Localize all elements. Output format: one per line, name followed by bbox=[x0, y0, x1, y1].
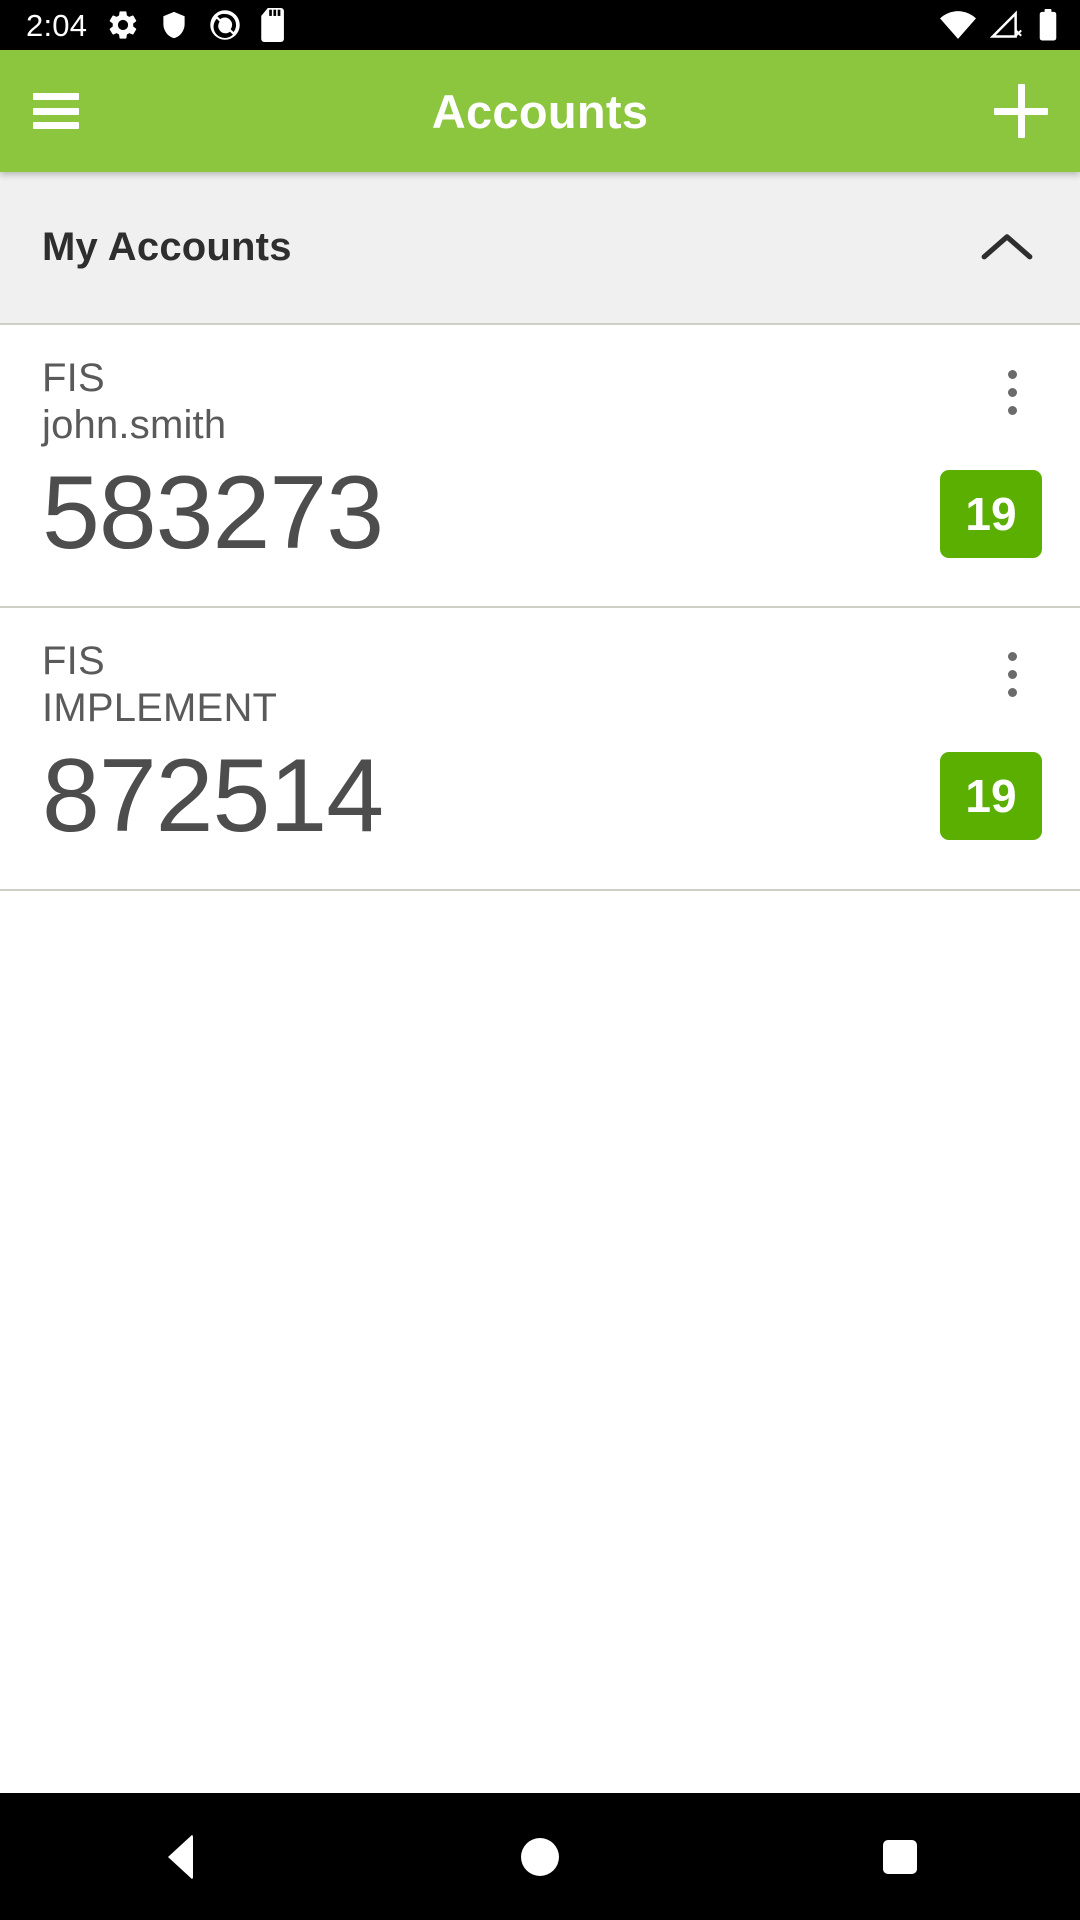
account-row-header: FIS john.smith bbox=[42, 355, 1042, 449]
plus-icon bbox=[994, 84, 1048, 138]
accounts-list: FIS john.smith 583273 19 FIS IMPLEMENT 8… bbox=[0, 325, 1080, 1793]
wifi-icon bbox=[940, 11, 976, 39]
nav-home-button[interactable] bbox=[450, 1793, 630, 1920]
account-row[interactable]: FIS john.smith 583273 19 bbox=[0, 325, 1080, 608]
account-labels: FIS john.smith bbox=[42, 355, 226, 449]
account-issuer: FIS bbox=[42, 638, 105, 683]
account-row-code-line: 872514 19 bbox=[42, 738, 1042, 854]
status-clock: 2:04 bbox=[26, 7, 88, 43]
hamburger-menu-icon bbox=[33, 93, 79, 129]
account-row-header: FIS IMPLEMENT bbox=[42, 638, 1042, 732]
account-row-code-line: 583273 19 bbox=[42, 455, 1042, 571]
my-accounts-section-header[interactable]: My Accounts bbox=[0, 172, 1080, 325]
status-bar-right bbox=[940, 9, 1058, 41]
chevron-up-icon[interactable] bbox=[972, 213, 1042, 283]
menu-button[interactable] bbox=[0, 50, 112, 172]
account-issuer: FIS bbox=[42, 356, 105, 400]
circle-q-icon bbox=[210, 10, 240, 40]
account-username: john.smith bbox=[42, 403, 227, 448]
otp-code[interactable]: 583273 bbox=[42, 455, 384, 571]
phone-screen: 2:04 Accounts My Accounts FIS john.smith… bbox=[0, 0, 1080, 1920]
android-navigation-bar bbox=[0, 1793, 1080, 1920]
account-username: IMPLEMENT bbox=[42, 686, 278, 731]
account-row[interactable]: FIS IMPLEMENT 872514 19 bbox=[0, 607, 1080, 891]
gear-icon bbox=[109, 11, 137, 39]
account-labels: FIS IMPLEMENT bbox=[42, 638, 277, 732]
nav-back-button[interactable] bbox=[90, 1793, 270, 1920]
otp-code[interactable]: 872514 bbox=[42, 738, 384, 854]
nav-recents-button[interactable] bbox=[810, 1793, 990, 1920]
back-triangle-icon bbox=[167, 1833, 193, 1880]
cellular-no-signal-icon bbox=[990, 10, 1022, 38]
countdown-badge: 19 bbox=[940, 469, 1042, 558]
countdown-badge: 19 bbox=[940, 752, 1042, 841]
app-bar: Accounts bbox=[0, 50, 1080, 172]
status-bar: 2:04 bbox=[0, 0, 1080, 50]
status-bar-left: 2:04 bbox=[26, 8, 287, 42]
shield-icon bbox=[163, 11, 185, 39]
battery-icon bbox=[1039, 9, 1057, 41]
page-title: Accounts bbox=[431, 84, 649, 138]
recents-square-icon bbox=[883, 1839, 917, 1874]
more-vertical-icon[interactable] bbox=[982, 355, 1042, 429]
sd-card-icon bbox=[261, 8, 285, 42]
add-account-button[interactable] bbox=[962, 50, 1080, 172]
home-circle-icon bbox=[521, 1837, 559, 1876]
section-title: My Accounts bbox=[42, 225, 292, 269]
more-vertical-icon[interactable] bbox=[982, 638, 1042, 712]
